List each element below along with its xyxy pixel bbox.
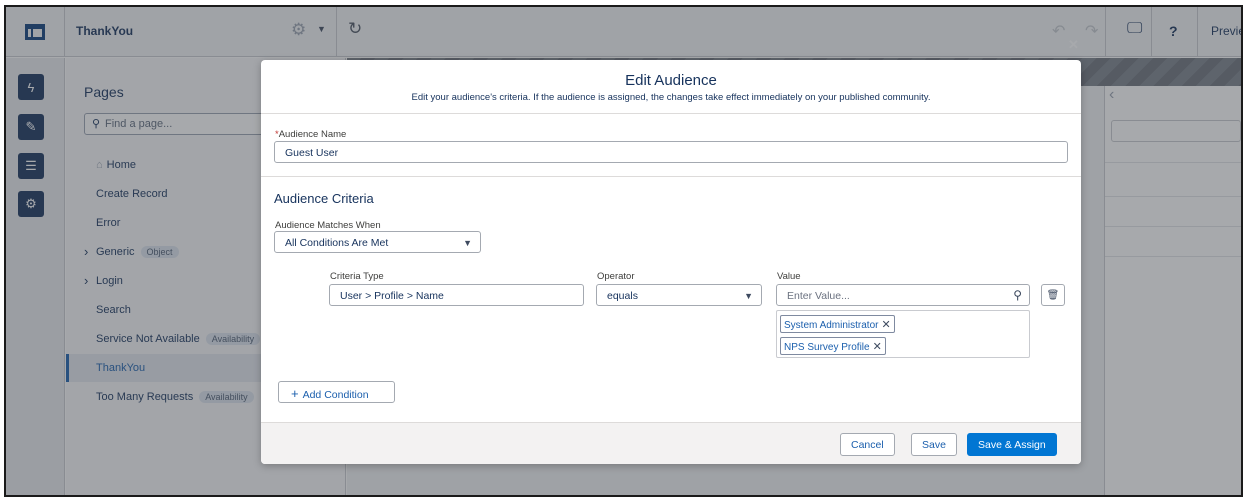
chevron-down-icon: ▼ bbox=[744, 291, 753, 301]
value-placeholder: Enter Value... bbox=[787, 290, 850, 302]
modal-footer: Cancel Save Save & Assign bbox=[261, 422, 1081, 464]
matches-when-label: Audience Matches When bbox=[275, 220, 381, 231]
selected-values-box: System Administrator ✕ NPS Survey Profile… bbox=[776, 310, 1030, 358]
operator-value: equals bbox=[607, 290, 638, 302]
criteria-type-label: Criteria Type bbox=[330, 271, 384, 282]
value-pill-label: NPS Survey Profile bbox=[784, 342, 870, 353]
remove-icon[interactable]: ✕ bbox=[873, 341, 882, 353]
value-search-input[interactable]: Enter Value... ⚲ bbox=[776, 284, 1030, 306]
value-label: Value bbox=[777, 271, 801, 282]
value-pill-label: System Administrator bbox=[784, 320, 879, 331]
add-condition-button[interactable]: + Add Condition bbox=[278, 381, 395, 403]
section-divider bbox=[261, 176, 1081, 177]
value-pill[interactable]: System Administrator ✕ bbox=[780, 315, 895, 333]
operator-label: Operator bbox=[597, 271, 635, 282]
edit-audience-modal: Edit Audience Edit your audience's crite… bbox=[261, 60, 1081, 464]
search-icon: ⚲ bbox=[1013, 288, 1022, 302]
audience-name-input[interactable]: Guest User bbox=[274, 141, 1068, 163]
audience-criteria-heading: Audience Criteria bbox=[274, 191, 374, 206]
modal-subtitle: Edit your audience's criteria. If the au… bbox=[411, 92, 931, 103]
matches-when-value: All Conditions Are Met bbox=[285, 237, 389, 249]
plus-icon: + bbox=[291, 386, 299, 401]
audience-name-label: *Audience Name bbox=[275, 129, 347, 140]
save-button[interactable]: Save bbox=[911, 433, 957, 456]
value-pill[interactable]: NPS Survey Profile ✕ bbox=[780, 337, 886, 355]
delete-condition-button[interactable]: 🗑 bbox=[1041, 284, 1065, 306]
chevron-down-icon: ▼ bbox=[463, 238, 472, 248]
operator-select[interactable]: equals ▼ bbox=[596, 284, 762, 306]
modal-title: Edit Audience bbox=[625, 72, 717, 89]
cancel-button[interactable]: Cancel bbox=[840, 433, 895, 456]
matches-when-select[interactable]: All Conditions Are Met ▼ bbox=[274, 231, 481, 253]
remove-icon[interactable]: ✕ bbox=[881, 319, 890, 331]
criteria-type-input[interactable]: User > Profile > Name bbox=[329, 284, 584, 306]
trash-icon: 🗑 bbox=[1046, 289, 1060, 301]
save-and-assign-button[interactable]: Save & Assign bbox=[967, 433, 1057, 456]
modal-header: Edit Audience Edit your audience's crite… bbox=[261, 60, 1081, 114]
